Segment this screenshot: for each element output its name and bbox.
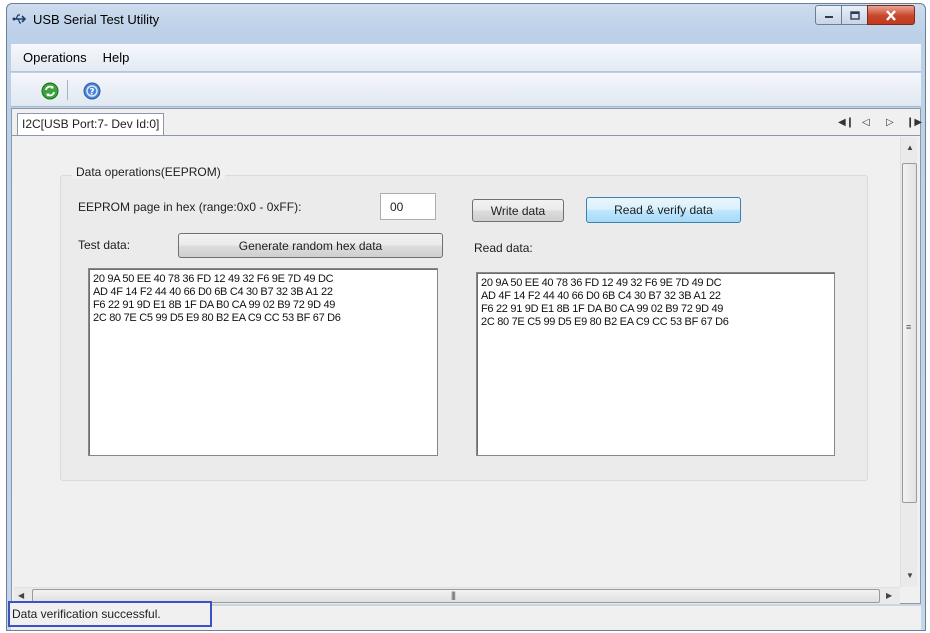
refresh-icon[interactable] bbox=[41, 82, 59, 100]
svg-text:?: ? bbox=[89, 88, 94, 98]
first-tab-icon[interactable]: ◀❙ bbox=[838, 117, 854, 128]
test-data-label: Test data: bbox=[78, 238, 131, 252]
app-window: USB Serial Test Utility Operations Help … bbox=[6, 3, 926, 631]
generate-random-hex-button[interactable]: Generate random hex data bbox=[178, 233, 443, 258]
read-data-line: F6 22 91 9D E1 8B 1F DA B0 CA 99 02 B9 7… bbox=[481, 303, 724, 315]
minimize-button[interactable] bbox=[815, 5, 842, 25]
test-data-line: 20 9A 50 EE 40 78 36 FD 12 49 32 F6 9E 7… bbox=[93, 273, 334, 285]
close-button[interactable] bbox=[867, 5, 915, 25]
prev-tab-icon[interactable]: ◁ bbox=[862, 117, 870, 128]
grip-icon: ||| bbox=[451, 590, 456, 600]
maximize-button[interactable] bbox=[841, 5, 868, 25]
read-data-textbox[interactable]: 20 9A 50 EE 40 78 36 FD 12 49 32 F6 9E 7… bbox=[476, 272, 835, 456]
next-tab-icon[interactable]: ▷ bbox=[886, 117, 894, 128]
window-title: USB Serial Test Utility bbox=[33, 12, 160, 27]
write-data-button[interactable]: Write data bbox=[472, 199, 564, 222]
close-icon bbox=[886, 9, 896, 21]
vertical-scroll-thumb[interactable]: ≡ bbox=[902, 163, 917, 503]
test-data-line: F6 22 91 9D E1 8B 1F DA B0 CA 99 02 B9 7… bbox=[93, 299, 336, 311]
status-message: Data verification successful. bbox=[8, 601, 212, 627]
read-data-label: Read data: bbox=[474, 241, 533, 255]
toolbar: ? bbox=[11, 73, 921, 107]
eeprom-page-input[interactable]: 00 bbox=[380, 193, 436, 220]
menu-help[interactable]: Help bbox=[103, 50, 130, 65]
last-tab-icon[interactable]: ❙▶ bbox=[906, 117, 922, 128]
minimize-icon bbox=[824, 16, 833, 18]
help-icon[interactable]: ? bbox=[83, 82, 101, 100]
document-area: I2C[USB Port:7- Dev Id:0] ◀❙ ◁ ▷ ❙▶ Data… bbox=[11, 108, 922, 604]
test-data-line: 2C 80 7E C5 99 D5 E9 80 B2 EA C9 CC 53 B… bbox=[93, 312, 341, 324]
menu-operations[interactable]: Operations bbox=[23, 50, 87, 65]
toolbar-separator bbox=[67, 80, 68, 100]
maximize-icon bbox=[849, 10, 860, 20]
title-bar[interactable]: USB Serial Test Utility bbox=[7, 4, 925, 34]
read-data-line: AD 4F 14 F2 44 40 66 D0 6B C4 30 B7 32 3… bbox=[481, 290, 721, 302]
tab-content: Data operations(EEPROM) EEPROM page in h… bbox=[14, 137, 898, 587]
grip-icon: ≡ bbox=[906, 322, 911, 332]
scroll-up-icon[interactable]: ▲ bbox=[906, 143, 914, 152]
read-data-line: 2C 80 7E C5 99 D5 E9 80 B2 EA C9 CC 53 B… bbox=[481, 316, 729, 328]
scroll-left-icon[interactable]: ◀ bbox=[18, 591, 24, 600]
eeprom-page-label: EEPROM page in hex (range:0x0 - 0xFF): bbox=[78, 200, 302, 214]
vertical-scrollbar[interactable]: ▲ ≡ ▼ bbox=[900, 137, 917, 587]
test-data-textbox[interactable]: 20 9A 50 EE 40 78 36 FD 12 49 32 F6 9E 7… bbox=[88, 268, 438, 456]
usb-trident-icon bbox=[12, 14, 27, 24]
menu-bar: Operations Help bbox=[11, 44, 921, 72]
tab-strip-line bbox=[12, 135, 920, 136]
scroll-right-icon[interactable]: ▶ bbox=[886, 591, 892, 600]
test-data-line: AD 4F 14 F2 44 40 66 D0 6B C4 30 B7 32 3… bbox=[93, 286, 333, 298]
group-title: Data operations(EEPROM) bbox=[72, 165, 225, 179]
read-verify-button[interactable]: Read & verify data bbox=[586, 197, 741, 223]
read-data-line: 20 9A 50 EE 40 78 36 FD 12 49 32 F6 9E 7… bbox=[481, 277, 722, 289]
scroll-down-icon[interactable]: ▼ bbox=[906, 571, 914, 580]
tab-i2c-device[interactable]: I2C[USB Port:7- Dev Id:0] bbox=[17, 113, 165, 135]
